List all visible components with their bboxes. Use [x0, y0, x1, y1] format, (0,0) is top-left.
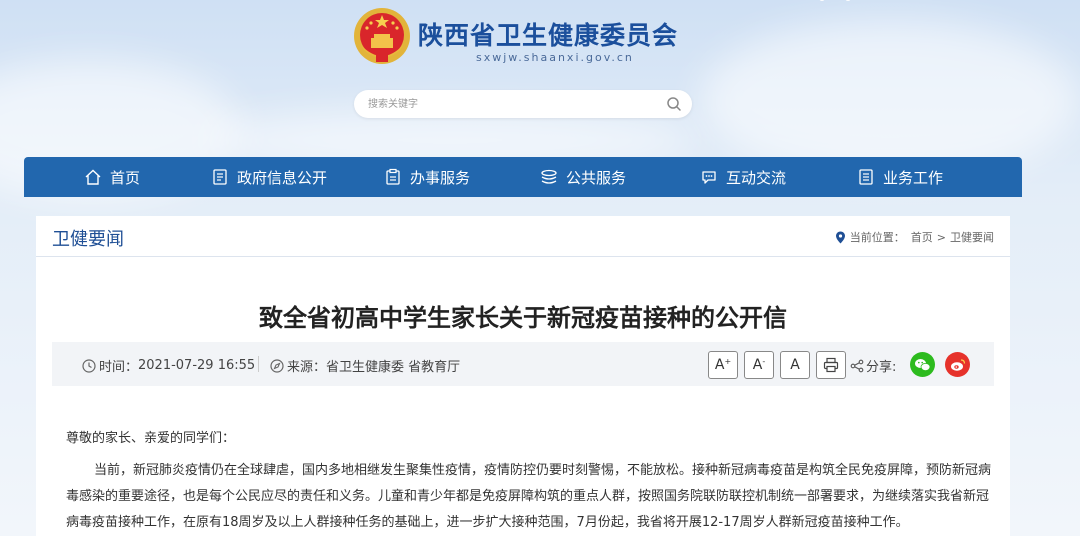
clipboard-icon — [386, 168, 400, 185]
wechat-icon — [915, 358, 931, 371]
nav-item-gov-info[interactable]: 政府信息公开 — [211, 157, 327, 197]
site-header: 陕西省卫生健康委员会 sxwjw.shaanxi.gov.cn — [0, 0, 1080, 150]
source-label: 来源： — [287, 360, 327, 375]
meta-divider — [258, 356, 259, 372]
site-url: sxwjw.shaanxi.gov.cn — [476, 51, 634, 64]
share-label: 分享: — [850, 356, 896, 375]
article-meta-bar: 时间： 2021-07-29 16:55 来源： 省卫生健康委 省教育厅 A + … — [52, 342, 994, 386]
chat-icon — [702, 171, 716, 184]
section-title: 卫健要闻 — [52, 229, 124, 250]
article-greeting: 尊敬的家长、亲爱的同学们： — [66, 431, 236, 446]
breadcrumb-home[interactable]: 首页 — [911, 229, 933, 245]
top-decoration — [819, 0, 851, 1]
font-size-reset-button[interactable]: A — [780, 351, 810, 379]
source-value: 省卫生健康委 省教育厅 — [326, 360, 461, 375]
weibo-icon — [950, 358, 965, 371]
search-box — [354, 90, 692, 118]
nav-label: 公共服务 — [566, 168, 627, 187]
printer-icon — [823, 357, 839, 373]
print-button[interactable] — [816, 351, 846, 379]
article-time: 时间： 2021-07-29 16:55 — [82, 356, 255, 375]
nav-label: 业务工作 — [883, 168, 944, 187]
section-header: 卫健要闻 当前位置： 首页 > 卫健要闻 — [36, 216, 1010, 257]
font-size-increase-button[interactable]: A + — [708, 351, 738, 379]
nav-label: 政府信息公开 — [237, 168, 328, 187]
nav-item-services[interactable]: 办事服务 — [384, 157, 470, 197]
breadcrumb-separator: > — [936, 230, 946, 244]
nav-item-public-service[interactable]: 公共服务 — [540, 157, 626, 197]
nav-label: 互动交流 — [726, 168, 787, 187]
nav-item-business[interactable]: 业务工作 — [857, 157, 943, 197]
nav-label: 首页 — [110, 168, 141, 187]
list-icon — [859, 169, 873, 185]
time-value: 2021-07-29 16:55 — [138, 358, 256, 373]
search-input[interactable] — [368, 94, 658, 114]
time-label: 时间： — [99, 360, 139, 375]
location-pin-icon — [835, 231, 845, 243]
content-panel: 卫健要闻 当前位置： 首页 > 卫健要闻 致全省初高中学生家长关于新冠疫苗接种的… — [36, 216, 1010, 536]
compass-icon — [270, 358, 284, 373]
article-source: 来源： 省卫生健康委 省教育厅 — [270, 356, 460, 375]
breadcrumb-current[interactable]: 卫健要闻 — [950, 229, 994, 245]
nav-label: 办事服务 — [410, 168, 471, 187]
site-title[interactable]: 陕西省卫生健康委员会 — [418, 16, 678, 52]
home-icon — [85, 169, 101, 185]
breadcrumb: 当前位置： 首页 > 卫健要闻 — [835, 229, 994, 245]
search-icon[interactable] — [666, 96, 682, 112]
share-icon — [850, 359, 864, 372]
nav-item-home[interactable]: 首页 — [84, 157, 140, 197]
weibo-share-button[interactable] — [945, 352, 970, 377]
breadcrumb-prefix: 当前位置： — [849, 231, 905, 244]
nav-item-interaction[interactable]: 互动交流 — [700, 157, 786, 197]
article-title: 致全省初高中学生家长关于新冠疫苗接种的公开信 — [259, 304, 787, 332]
document-icon — [213, 169, 227, 185]
article-body: 尊敬的家长、亲爱的同学们： 当前，新冠肺炎疫情仍在全球肆虐，国内多地相继发生聚集… — [66, 426, 996, 536]
layers-icon — [541, 169, 557, 184]
font-size-decrease-button[interactable]: A- — [744, 351, 774, 379]
clock-icon — [82, 358, 96, 373]
main-nav: 首页 政府信息公开 办事服务 公共服务 互动交流 业务工作 — [24, 157, 1022, 197]
national-emblem-logo — [354, 8, 410, 64]
wechat-share-button[interactable] — [910, 352, 935, 377]
article-paragraph: 当前，新冠肺炎疫情仍在全球肆虐，国内多地相继发生聚集性疫情，疫情防控仍要时刻警惕… — [66, 463, 992, 530]
